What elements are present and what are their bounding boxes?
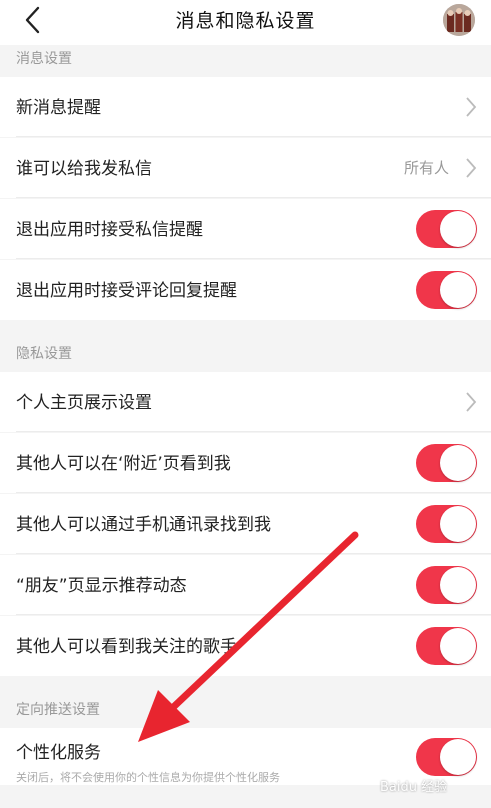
toggle-knob — [440, 211, 476, 247]
row-label: 其他人可以看到我关注的歌手 — [16, 637, 237, 657]
row-label: 其他人可以通过手机通讯录找到我 — [16, 515, 271, 535]
divider — [16, 614, 491, 615]
avatar[interactable] — [443, 4, 475, 36]
row-friends-recommended-feed: “朋友”页显示推荐动态 — [0, 555, 491, 615]
toggle-knob — [440, 739, 476, 775]
row-label: 新消息提醒 — [16, 98, 101, 118]
toggle-knob — [440, 445, 476, 481]
divider — [16, 553, 491, 554]
toggle-switch[interactable] — [416, 271, 477, 309]
row-dm-reminder-on-exit: 退出应用时接受私信提醒 — [0, 199, 491, 259]
row-label: “朋友”页显示推荐动态 — [16, 576, 187, 596]
row-value: 所有人 — [403, 159, 449, 177]
row-profile-display-settings[interactable]: 个人主页展示设置 — [0, 372, 491, 432]
row-who-can-message-me[interactable]: 谁可以给我发私信 所有人 — [0, 138, 491, 198]
row-followed-singers-visible: 其他人可以看到我关注的歌手 — [0, 616, 491, 676]
row-new-message-reminder[interactable]: 新消息提醒 — [0, 77, 491, 137]
row-label: 谁可以给我发私信 — [16, 159, 152, 179]
divider — [16, 197, 491, 198]
toggle-knob — [440, 567, 476, 603]
row-label: 其他人可以在‘附近’页看到我 — [16, 454, 231, 474]
chevron-right-icon — [466, 158, 477, 178]
divider — [16, 431, 491, 432]
watermark-logo: Baidu 经验 — [380, 780, 448, 795]
divider — [16, 258, 491, 259]
toggle-switch[interactable] — [416, 627, 477, 665]
row-description: 关闭后，将不会使用你的个性信息为你提供个性化服务 — [16, 771, 280, 784]
toggle-knob — [440, 506, 476, 542]
chevron-right-icon — [466, 392, 477, 412]
toggle-switch[interactable] — [416, 505, 477, 543]
page-title: 消息和隐私设置 — [175, 10, 316, 32]
row-label: 退出应用时接受评论回复提醒 — [16, 281, 237, 301]
section-label-privacy: 隐私设置 — [16, 346, 72, 362]
toggle-switch[interactable] — [416, 566, 477, 604]
toggle-switch[interactable] — [416, 738, 477, 776]
toggle-knob — [440, 628, 476, 664]
toggle-knob — [440, 272, 476, 308]
toggle-switch[interactable] — [416, 210, 477, 248]
row-label: 个人主页展示设置 — [16, 393, 152, 413]
divider — [16, 492, 491, 493]
row-visible-nearby: 其他人可以在‘附近’页看到我 — [0, 433, 491, 493]
section-label-message: 消息设置 — [16, 51, 72, 67]
chevron-right-icon — [466, 97, 477, 117]
row-label: 个性化服务 — [16, 743, 101, 763]
toggle-switch[interactable] — [416, 444, 477, 482]
row-find-by-contacts: 其他人可以通过手机通讯录找到我 — [0, 494, 491, 554]
top-bar: 消息和隐私设置 — [0, 0, 491, 45]
section-label-targeted: 定向推送设置 — [16, 702, 100, 718]
row-label: 退出应用时接受私信提醒 — [16, 220, 203, 240]
row-comment-reminder-on-exit: 退出应用时接受评论回复提醒 — [0, 260, 491, 320]
divider — [16, 136, 491, 137]
